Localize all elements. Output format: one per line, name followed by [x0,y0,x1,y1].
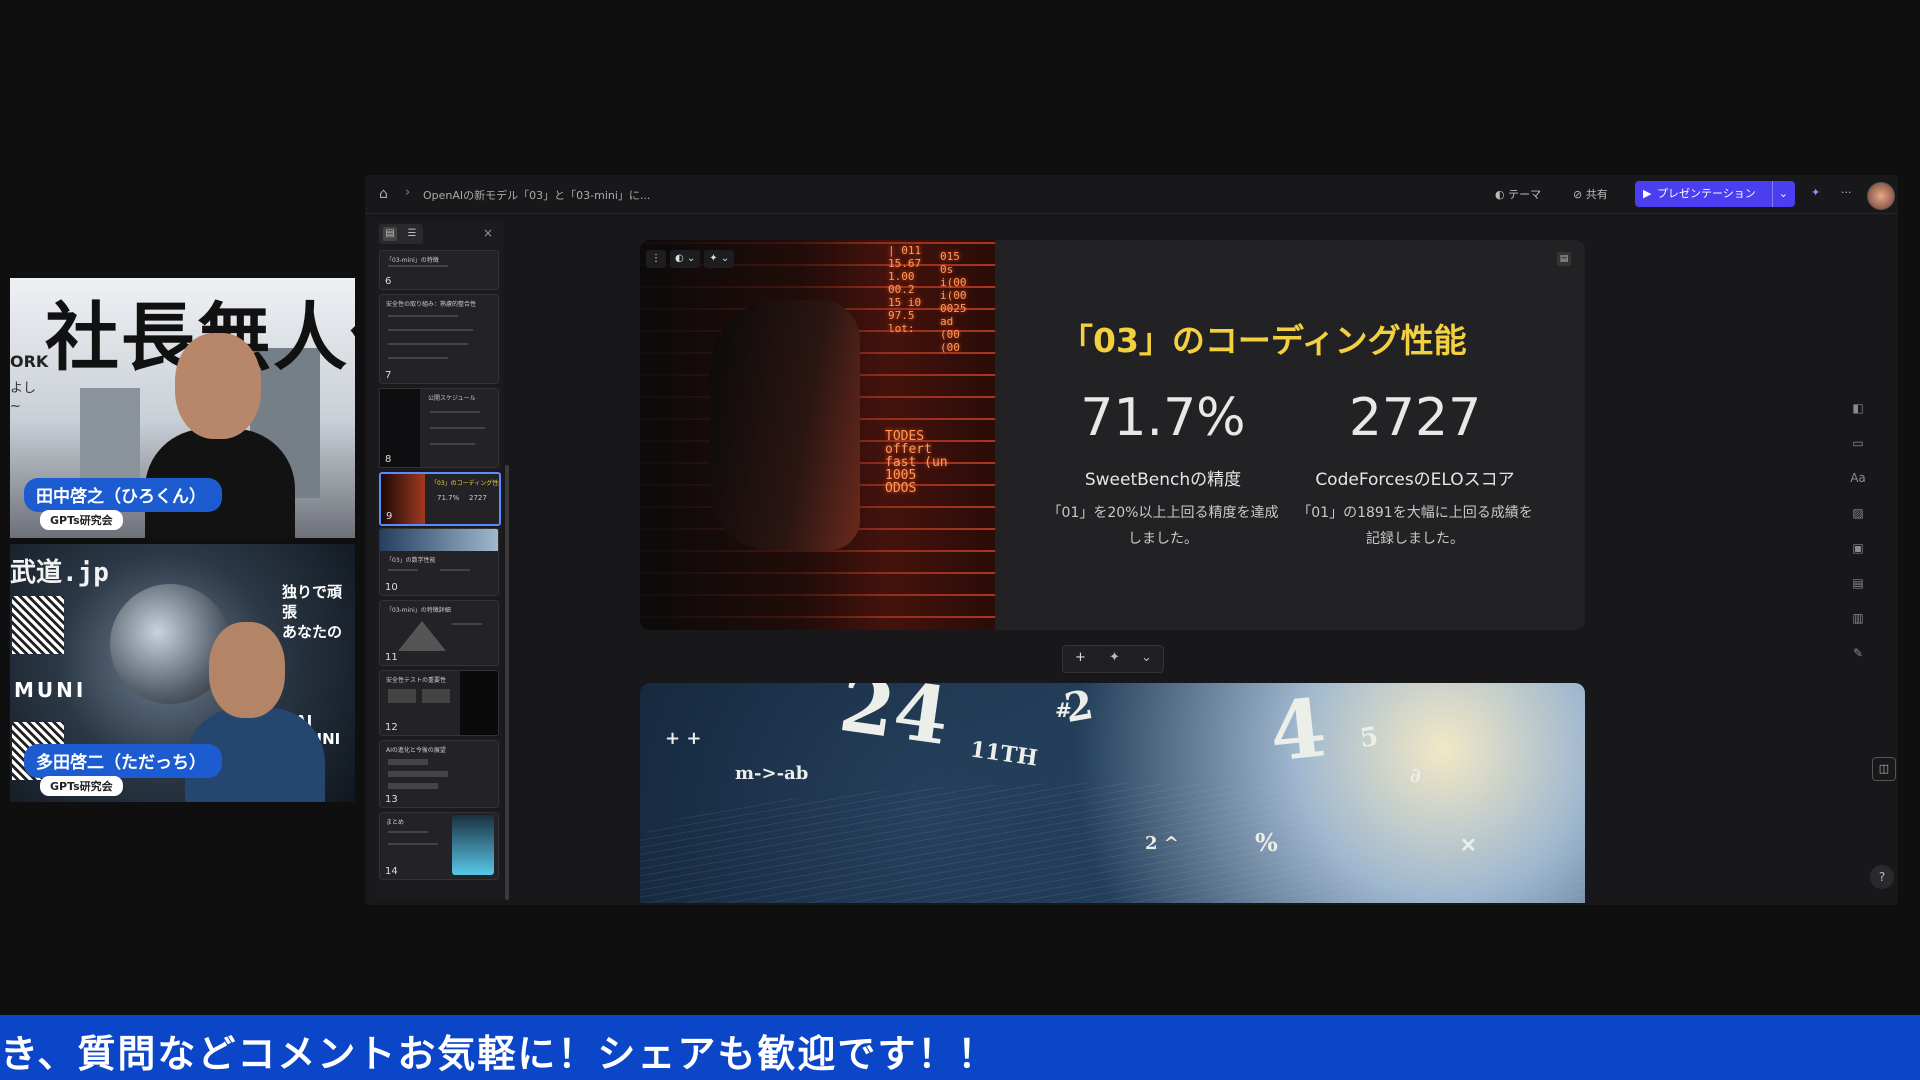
help-button[interactable]: ? [1870,865,1894,889]
list-view-icon[interactable]: ☰ [405,227,419,241]
text-icon[interactable]: Aa [1845,465,1871,491]
layout-icon[interactable]: ▭ [1845,430,1871,456]
presentation-app-window: ⌂ › OpenAIの新モデル「03」と「03-mini」に... ◐ テーマ … [365,175,1898,905]
add-slide-bar: + ✦ ⌄ [1062,645,1164,673]
present-button[interactable]: ▶ プレゼンテーション ⌄ [1635,181,1795,207]
shapes-icon[interactable]: ◧ [1845,395,1871,421]
math-symbol: m->-ab [735,763,809,784]
slide-coding-performance[interactable]: | 011 15.67 1.00 00.2 15 i0 97.5 lot: 01… [640,240,1585,630]
slide-thumbnail-11[interactable]: 「03-mini」の特徴詳細 11 [379,600,499,666]
close-icon[interactable]: × [483,226,493,240]
math-symbol: 4 [1265,683,1331,780]
poster-domain: 武道.jp [10,558,109,588]
coding-hero-image: | 011 15.67 1.00 00.2 15 i0 97.5 lot: 01… [640,240,995,630]
math-symbol: 11TH [968,736,1040,772]
sidebar-scrollbar[interactable] [505,465,509,900]
slide-mini-toolbar: ⋮ ◐ ⌄ ✦ ⌄ [646,250,735,268]
stat-label-elo[interactable]: CodeForcesのELOスコア [1295,465,1535,490]
slide-thumbnail-10[interactable]: 「03」の数学性能 10 [379,528,499,596]
slide-math-performance[interactable]: 24 11TH m->-ab + + 4 % 2 # 2 ^ 5 ∂ ✕ [640,683,1585,903]
wave-mesh [640,783,1585,903]
math-symbol: % [1255,828,1278,857]
slide-thumbnail-9[interactable]: 「03」のコーディング性能 71.7% 2727 9 [379,472,501,526]
math-symbol: # [1055,698,1072,722]
stat-value-elo[interactable]: 2727 [1295,388,1535,448]
table-icon[interactable]: ▤ [1845,570,1871,596]
slide-thumbnail-14[interactable]: まとめ 14 [379,812,499,880]
slide-thumbnail-7[interactable]: 安全性の取り組み：熟慮的整合性 7 [379,294,499,384]
panel-toggle-icon[interactable]: ◫ [1872,757,1896,781]
poster-york: ORK [10,352,49,371]
slide-thumbnail-6[interactable]: 「03-mini」の特徴 6 [379,250,499,290]
right-tool-rail: ◧ ▭ Aa ▨ ▣ ▤ ▥ ✎ [1845,395,1871,685]
slide-thumbnail-sidebar: ▤ ☰ × 「03-mini」の特徴 6 安全性の取り組み：熟慮的整合性 7 公… [375,220,509,900]
ticker-text: き、質問などコメントお気軽に！シェアも歓迎です！！ [0,1032,998,1076]
chart-icon[interactable]: ▥ [1845,605,1871,631]
notes-icon[interactable]: ▤ [1557,252,1571,266]
stat-desc-accuracy[interactable]: 「01」を20%以上上回る精度を達成しました。 [1043,500,1283,552]
presenter-2-affiliation: GPTs研究会 [40,776,123,796]
code-text: TODES offert fast (un 1005 ODOS [885,429,948,496]
qr-code-icon [12,596,64,654]
palette-dropdown-icon[interactable]: ◐ ⌄ [670,250,701,268]
math-symbol: + + [665,728,702,749]
share-button[interactable]: ⊘ 共有 [1573,186,1608,202]
palette-icon: ◐ [1495,188,1509,201]
webcam-presenter-1: 社長無人化 ORK よし ~ 田中啓之（ひろくん） GPTs研究会 [10,278,355,538]
chevron-down-icon[interactable]: ⌄ [1141,650,1152,665]
link-icon: ⊘ [1573,188,1586,201]
chevron-down-icon[interactable]: ⌄ [1771,181,1788,207]
math-symbol: 24 [834,683,955,764]
top-bar: ⌂ › OpenAIの新モデル「03」と「03-mini」に... ◐ テーマ … [365,175,1898,214]
code-text: | 011 15.67 1.00 00.2 15 i0 97.5 lot: [888,244,922,335]
edit-icon[interactable]: ✎ [1845,640,1871,666]
stat-desc-elo[interactable]: 「01」の1891を大幅に上回る成績を記録しました。 [1295,500,1535,552]
code-text: 015 0s i(00 i(00 0025 ad (00 (00 [940,250,967,354]
slide-thumbnail-13[interactable]: AIの進化と今後の展望 13 [379,740,499,808]
home-icon[interactable]: ⌂ [379,186,395,202]
webcam-presenter-2: 武道.jp MUNI 独りで頑張 あなたの AI MUNI 多田啓二（ただっち）… [10,544,355,802]
image-icon[interactable]: ▨ [1845,500,1871,526]
theme-button[interactable]: ◐ テーマ [1495,186,1541,202]
poster-muni: MUNI [14,678,87,702]
comment-ticker: き、質問などコメントお気軽に！シェアも歓迎です！！ [0,1015,1920,1080]
stat-value-accuracy[interactable]: 71.7% [1043,388,1283,448]
presenter-1-name: 田中啓之（ひろくん） [24,478,222,512]
stat-label-accuracy[interactable]: SweetBenchの精度 [1043,465,1283,490]
sparkle-dropdown-icon[interactable]: ✦ ⌄ [704,250,735,268]
add-slide-button[interactable]: + [1075,650,1086,665]
sidebar-view-toggle: ▤ ☰ [379,224,423,244]
avatar[interactable] [1867,182,1895,210]
chevron-right-icon: › [405,185,411,200]
sparkle-icon[interactable]: ✦ [1811,186,1820,199]
person-silhouette [710,300,860,550]
drag-handle-icon[interactable]: ⋮ [646,250,666,268]
breadcrumb[interactable]: OpenAIの新モデル「03」と「03-mini」に... [423,187,650,203]
more-icon[interactable]: ··· [1841,186,1852,199]
grid-view-icon[interactable]: ▤ [383,227,397,241]
slide-title[interactable]: 「03」のコーディング性能 [1060,314,1467,362]
presenter-1-affiliation: GPTs研究会 [40,510,123,530]
poster-side: よし ~ [10,381,37,414]
presenter-2-name: 多田啓二（ただっち） [24,744,222,778]
sparkle-icon[interactable]: ✦ [1109,650,1120,665]
media-icon[interactable]: ▣ [1845,535,1871,561]
slide-thumbnail-12[interactable]: 安全性テストの重要性 12 [379,670,499,736]
slide-thumbnail-8[interactable]: 公開スケジュール 8 [379,388,499,468]
play-icon: ▶ [1643,187,1652,200]
